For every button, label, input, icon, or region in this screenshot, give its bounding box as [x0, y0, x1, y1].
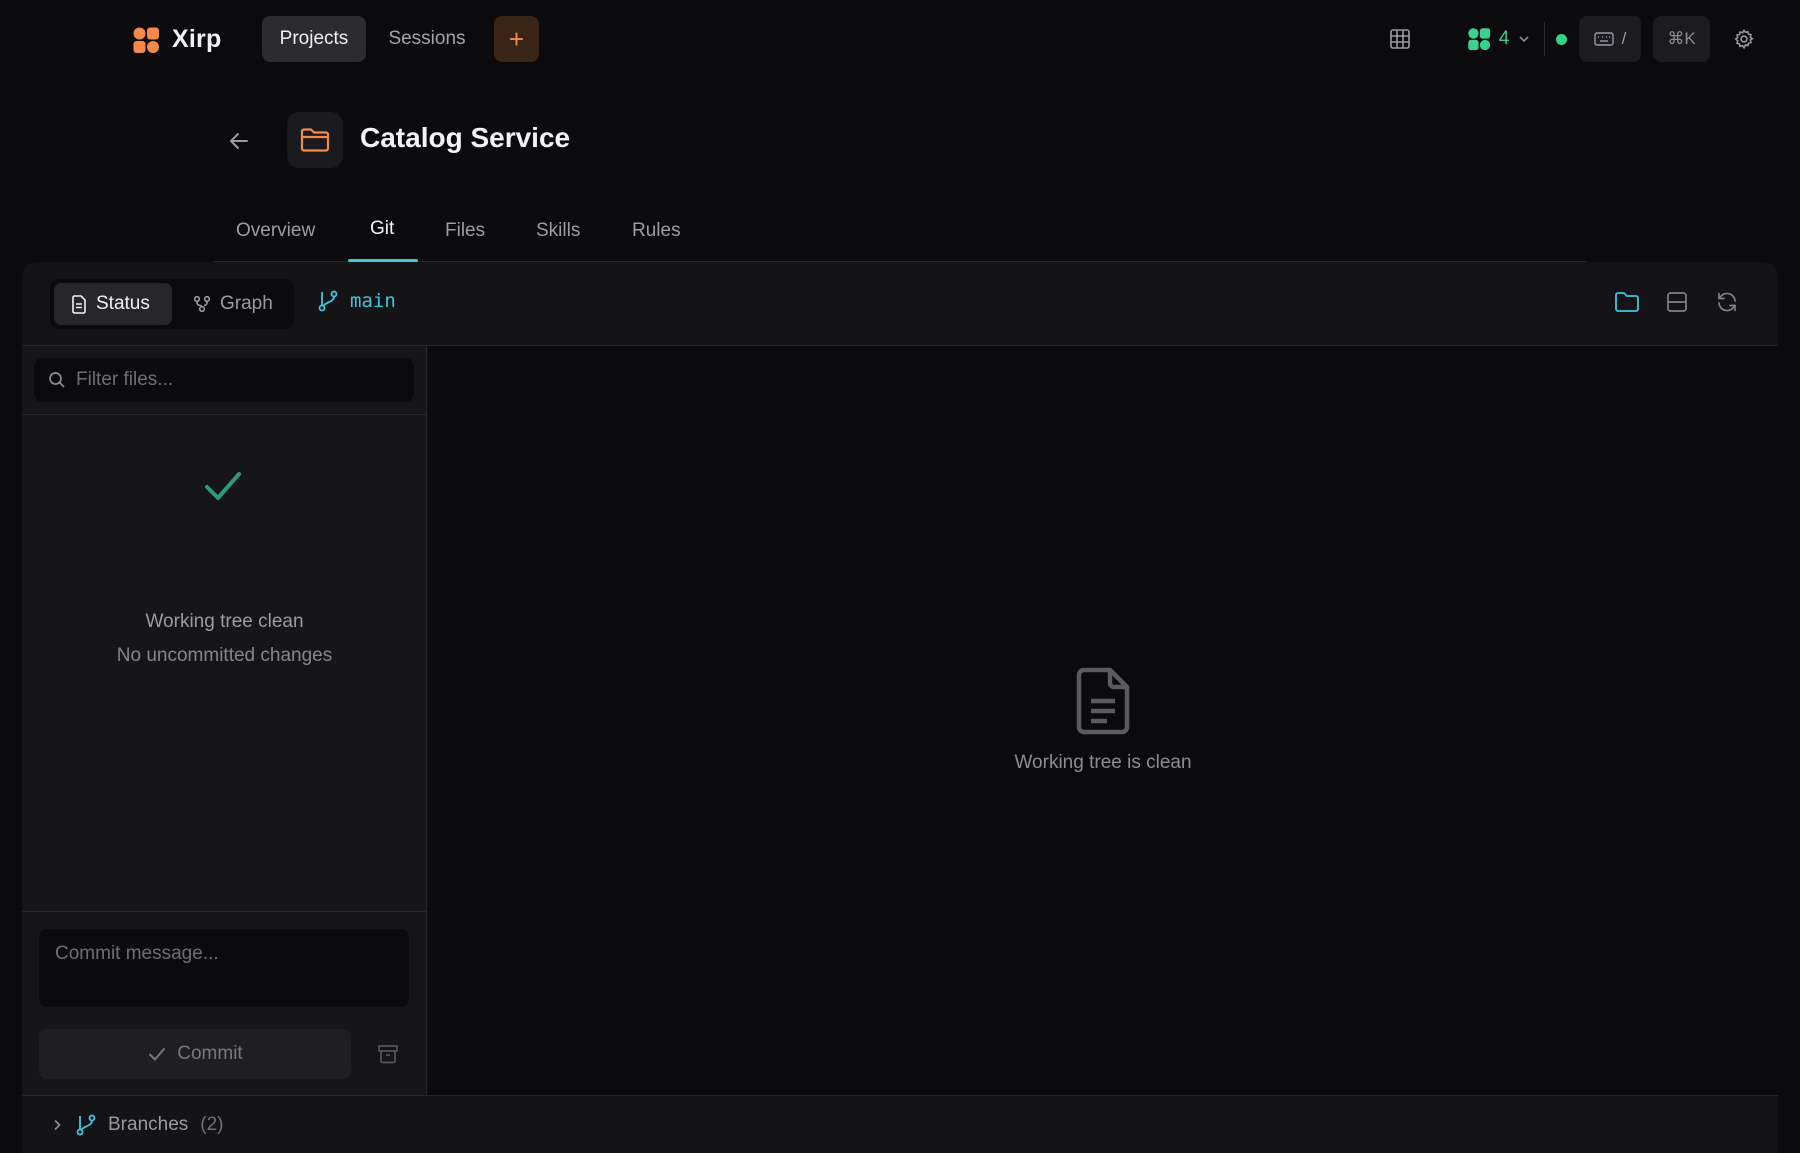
- workers-icon: [1467, 28, 1490, 51]
- refresh-button[interactable]: [1715, 290, 1743, 318]
- git-branch-icon: [318, 290, 338, 312]
- toggle-layout-button[interactable]: [1665, 290, 1693, 318]
- toolbar-divider: [1544, 22, 1545, 56]
- filter-files-input[interactable]: [76, 369, 396, 391]
- tab-files[interactable]: Files: [445, 220, 485, 242]
- git-branch-icon: [76, 1114, 96, 1135]
- tab-overview[interactable]: Overview: [236, 220, 315, 242]
- add-button[interactable]: +: [494, 16, 539, 62]
- git-panel: Status Graph main Filter files... Workin…: [22, 262, 1778, 1153]
- status-view-label: Status: [96, 293, 150, 314]
- nav-sessions-button[interactable]: Sessions: [370, 16, 484, 62]
- stash-button[interactable]: [376, 1042, 400, 1066]
- logo-icon: [133, 27, 159, 53]
- tab-skills[interactable]: Skills: [536, 220, 580, 242]
- git-toolbar: Status Graph main: [22, 262, 1778, 346]
- check-icon: [149, 1048, 166, 1061]
- divider: [22, 414, 427, 415]
- tab-rules[interactable]: Rules: [632, 220, 681, 242]
- gear-icon: [1734, 28, 1754, 50]
- workers-dropdown[interactable]: 4: [1444, 16, 1554, 62]
- project-tabs: Overview Git Files Skills Rules: [213, 208, 1587, 262]
- arrow-left-icon: [230, 133, 248, 149]
- commit-button[interactable]: Commit: [39, 1029, 351, 1079]
- keyboard-icon: [1593, 32, 1614, 46]
- graph-view-button[interactable]: Graph: [176, 283, 290, 325]
- branches-label: Branches: [108, 1113, 189, 1135]
- grid-button[interactable]: [1380, 16, 1420, 62]
- app-name: Xirp: [172, 25, 222, 53]
- tab-git[interactable]: Git: [370, 218, 394, 240]
- commit-area: Commit: [22, 911, 427, 1095]
- top-bar: Xirp Projects Sessions + 4 / ⌘K: [0, 0, 1800, 78]
- diff-empty-message: Working tree is clean: [1014, 752, 1192, 773]
- command-palette-button[interactable]: ⌘K: [1653, 16, 1710, 62]
- branch-name: main: [350, 290, 396, 312]
- app-logo[interactable]: Xirp: [132, 25, 221, 54]
- document-icon: [1076, 667, 1130, 735]
- nav-projects-button[interactable]: Projects: [262, 16, 366, 62]
- grid-icon: [1390, 29, 1410, 49]
- chevron-down-icon: [1519, 36, 1529, 43]
- connection-status-dot: [1556, 34, 1567, 45]
- commit-message-input[interactable]: [39, 929, 409, 1007]
- folder-icon: [1615, 292, 1639, 312]
- view-switcher: Status Graph: [50, 279, 294, 329]
- commit-button-label: Commit: [177, 1043, 243, 1064]
- branches-section[interactable]: Branches (2): [22, 1095, 1778, 1153]
- folder-icon: [300, 128, 330, 152]
- refresh-icon: [1718, 292, 1736, 312]
- graph-icon: [193, 295, 211, 313]
- graph-view-label: Graph: [220, 293, 273, 314]
- clean-status-title: Working tree clean: [145, 611, 304, 632]
- filter-files-box: [34, 358, 414, 402]
- keyboard-shortcut-key: /: [1621, 29, 1627, 48]
- branches-count: (2): [200, 1113, 224, 1135]
- document-icon: [72, 294, 86, 314]
- chevron-right-icon: [54, 1119, 61, 1130]
- current-branch[interactable]: main: [318, 290, 396, 312]
- back-button[interactable]: [224, 126, 254, 156]
- check-icon: [205, 472, 241, 500]
- diff-viewer: Working tree is clean: [428, 346, 1778, 1095]
- settings-button[interactable]: [1726, 16, 1762, 62]
- layout-icon: [1667, 292, 1687, 312]
- open-folder-button[interactable]: [1614, 290, 1642, 318]
- project-title: Catalog Service: [360, 122, 571, 153]
- status-view-button[interactable]: Status: [54, 283, 172, 325]
- search-icon: [49, 372, 65, 388]
- keyboard-shortcuts-button[interactable]: /: [1579, 16, 1641, 62]
- clean-status-subtitle: No uncommitted changes: [116, 645, 333, 666]
- project-icon: [287, 112, 343, 168]
- archive-icon: [378, 1045, 398, 1064]
- changes-pane: Working tree clean No uncommitted change…: [22, 346, 427, 1095]
- workers-count: 4: [1498, 28, 1510, 49]
